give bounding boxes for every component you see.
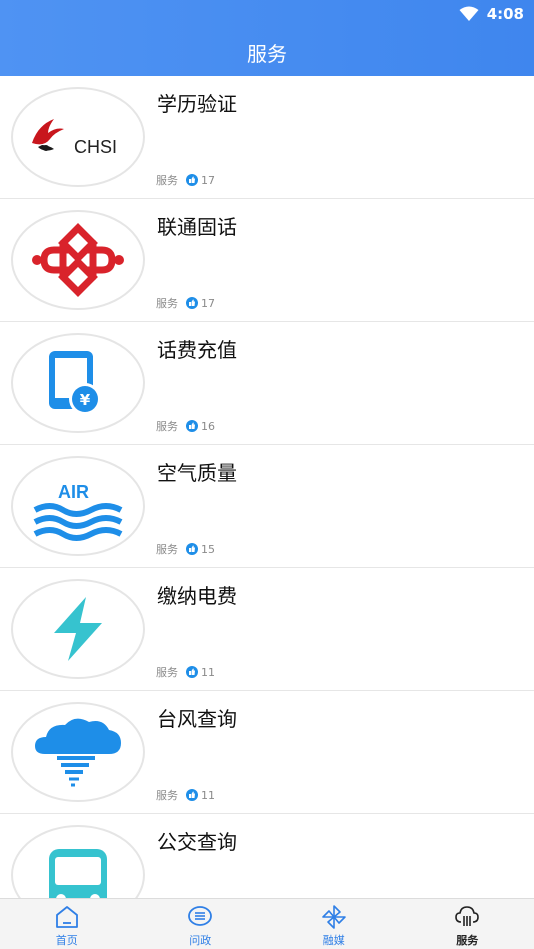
- item-category: 服务: [156, 420, 178, 433]
- item-meta: 服务 15: [156, 541, 215, 557]
- message-icon: [188, 906, 213, 926]
- item-likes: 15: [201, 542, 215, 556]
- item-likes: 17: [201, 173, 215, 187]
- tab-label: 融媒: [322, 934, 345, 947]
- chsi-logo-icon: CHSI: [11, 87, 145, 187]
- svg-text:AIR: AIR: [58, 482, 89, 502]
- item-likes: 11: [201, 665, 215, 679]
- item-title[interactable]: 话费充值: [157, 334, 237, 363]
- thumbs-up-icon: [186, 174, 198, 186]
- tab-home[interactable]: 首页: [0, 899, 134, 949]
- home-icon: [55, 906, 78, 928]
- item-meta: 服务 11: [156, 787, 215, 803]
- item-likes: 11: [201, 788, 215, 802]
- item-meta: 服务 16: [156, 418, 215, 434]
- air-quality-icon: AIR: [11, 456, 145, 556]
- item-title[interactable]: 公交查询: [157, 826, 237, 855]
- item-title[interactable]: 联通固话: [157, 211, 237, 240]
- thumbs-up-icon: [186, 297, 198, 309]
- tab-service[interactable]: 服务: [401, 899, 534, 949]
- item-likes: 16: [201, 419, 215, 433]
- list-item-bus-query[interactable]: 公交查询: [0, 814, 534, 898]
- item-title[interactable]: 学历验证: [157, 88, 237, 117]
- item-title[interactable]: 空气质量: [157, 457, 237, 486]
- cloud-service-icon: [455, 906, 480, 926]
- header-bar: 4:08 服务: [0, 0, 534, 76]
- list-item-unicom-landline[interactable]: 联通固话 服务 17: [0, 199, 534, 322]
- list-item-air-quality[interactable]: AIR 空气质量 服务 15: [0, 445, 534, 568]
- item-meta: 服务 17: [156, 295, 215, 311]
- item-category: 服务: [156, 666, 178, 679]
- item-category: 服务: [156, 543, 178, 556]
- bus-icon: [11, 825, 145, 898]
- page-title: 服务: [247, 42, 287, 66]
- lightning-bolt-icon: [11, 579, 145, 679]
- list-item-education-verify[interactable]: CHSI 学历验证 服务 17: [0, 76, 534, 199]
- typhoon-cloud-icon: [11, 702, 145, 802]
- tab-label: 首页: [55, 934, 78, 947]
- thumbs-up-icon: [186, 543, 198, 555]
- pinwheel-icon: [321, 905, 346, 929]
- china-unicom-knot-icon: [11, 210, 145, 310]
- item-category: 服务: [156, 297, 178, 310]
- item-title[interactable]: 台风查询: [157, 703, 237, 732]
- wifi-icon: [459, 6, 479, 21]
- service-list[interactable]: CHSI 学历验证 服务 17 联通固话 服务 17 ¥ 话费充值 服务 16 …: [0, 76, 534, 898]
- svg-text:CHSI: CHSI: [74, 137, 117, 157]
- item-category: 服务: [156, 789, 178, 802]
- tab-media[interactable]: 融媒: [267, 899, 401, 949]
- svg-text:¥: ¥: [80, 391, 91, 409]
- tab-inquiry[interactable]: 问政: [134, 899, 268, 949]
- tab-label: 服务: [456, 934, 479, 947]
- status-time: 4:08: [486, 5, 524, 23]
- thumbs-up-icon: [186, 789, 198, 801]
- thumbs-up-icon: [186, 420, 198, 432]
- item-meta: 服务 17: [156, 172, 215, 188]
- item-likes: 17: [201, 296, 215, 310]
- item-title[interactable]: 缴纳电费: [157, 580, 237, 609]
- status-bar: 4:08: [459, 4, 524, 24]
- phone-recharge-icon: ¥: [11, 333, 145, 433]
- tab-label: 问政: [189, 934, 212, 947]
- item-meta: 服务 11: [156, 664, 215, 680]
- item-category: 服务: [156, 174, 178, 187]
- list-item-typhoon-query[interactable]: 台风查询 服务 11: [0, 691, 534, 814]
- app-screen: 4:08 服务 CHSI 学历验证 服务 17 联通固话 服务 17 ¥ 话费充…: [0, 0, 534, 949]
- thumbs-up-icon: [186, 666, 198, 678]
- list-item-electricity-bill[interactable]: 缴纳电费 服务 11: [0, 568, 534, 691]
- list-item-phone-recharge[interactable]: ¥ 话费充值 服务 16: [0, 322, 534, 445]
- bottom-tab-bar: 首页 问政 融媒 服务: [0, 898, 534, 949]
